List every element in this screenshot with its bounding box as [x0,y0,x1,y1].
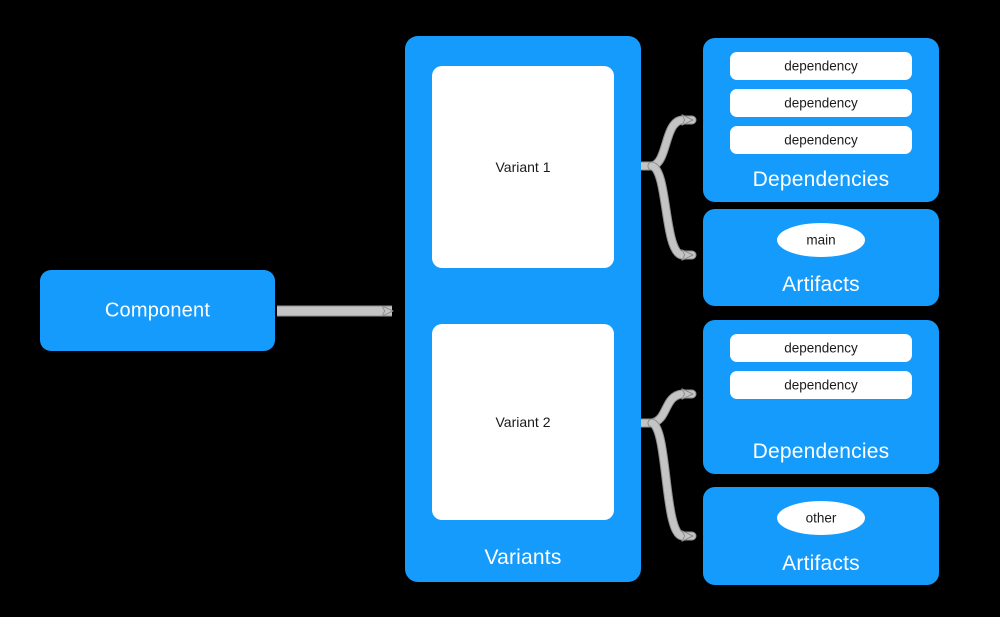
artifact-label: main [806,232,836,248]
artifacts-group-label: Artifacts [782,273,860,296]
variant-2-label: Variant 2 [495,414,551,430]
dependency-row[interactable]: dependency [730,89,912,117]
artifact-item[interactable]: other [777,501,865,535]
dependencies-group-label: Dependencies [752,168,890,191]
variant-1-label: Variant 1 [495,159,551,175]
dependency-row[interactable]: dependency [730,371,912,399]
dependency-label: dependency [784,132,858,148]
artifacts-group-1[interactable]: main Artifacts [703,209,939,306]
variants-group-label: Variants [484,546,562,569]
artifacts-group-label: Artifacts [782,552,860,575]
dependencies-group-2[interactable]: dependency dependency Dependencies [703,320,939,474]
dependency-label: dependency [784,58,858,74]
diagram-canvas: Component Variant 1 Variant 2 Variants d… [0,0,1000,617]
artifact-item[interactable]: main [777,223,865,257]
component-label: Component [104,299,211,321]
variant-1-box[interactable]: Variant 1 [432,66,614,268]
variants-group[interactable]: Variant 1 Variant 2 Variants [405,36,641,582]
dependencies-group-1[interactable]: dependency dependency dependency Depende… [703,38,939,202]
artifact-label: other [805,510,837,526]
dependency-row[interactable]: dependency [730,334,912,362]
artifacts-group-2[interactable]: other Artifacts [703,487,939,585]
dependency-label: dependency [784,340,858,356]
dependency-label: dependency [784,377,858,393]
component-node[interactable]: Component [40,270,275,351]
variant-2-box[interactable]: Variant 2 [432,324,614,520]
dependency-row[interactable]: dependency [730,52,912,80]
dependency-row[interactable]: dependency [730,126,912,154]
dependencies-group-label: Dependencies [752,440,890,463]
dependency-label: dependency [784,95,858,111]
